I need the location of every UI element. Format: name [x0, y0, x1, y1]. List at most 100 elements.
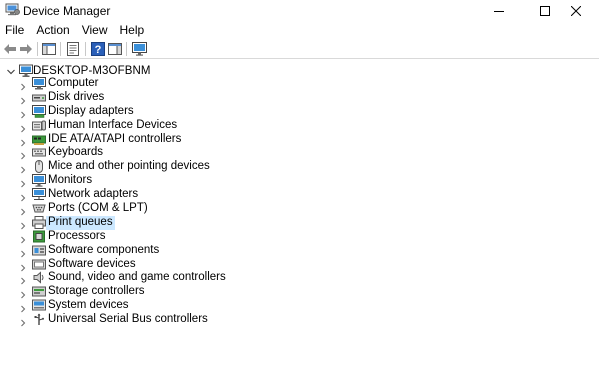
tree-root[interactable]: DESKTOP-M3OFBNM — [0, 64, 200, 78]
close-button[interactable] — [553, 0, 599, 21]
system-device-icon — [32, 299, 46, 312]
menu-view[interactable]: View — [76, 21, 114, 39]
svg-text:?: ? — [95, 44, 102, 56]
tree-item-label: Print queues — [46, 215, 115, 230]
menu-file[interactable]: File — [0, 21, 30, 39]
tree-item-label: Storage controllers — [48, 285, 145, 298]
tree-item-label: Software devices — [48, 257, 136, 270]
scan-hardware-button[interactable] — [131, 41, 147, 57]
chevron-right-icon[interactable] — [19, 122, 27, 133]
tree-item-label: Monitors — [48, 174, 93, 187]
tree-item[interactable]: Computer — [0, 77, 300, 91]
show-hide-console-tree-button[interactable] — [41, 41, 57, 57]
tree-item[interactable]: Mice and other pointing devices — [0, 160, 300, 174]
tree-item[interactable]: Processors — [0, 230, 300, 244]
tree-item[interactable]: Display adapters — [0, 104, 300, 119]
storage-controller-icon — [32, 285, 46, 298]
chevron-right-icon[interactable] — [19, 149, 27, 160]
tree-item[interactable]: Monitors — [0, 174, 300, 188]
computer-icon — [19, 64, 33, 78]
chevron-right-icon[interactable] — [19, 94, 27, 105]
chevron-right-icon[interactable] — [19, 205, 27, 216]
toolbar: ? — [0, 39, 599, 59]
show-hide-action-pane-icon — [108, 43, 122, 55]
chevron-right-icon[interactable] — [19, 108, 27, 119]
tree-item[interactable]: System devices — [0, 299, 300, 313]
window-title: Device Manager — [23, 4, 111, 18]
show-hide-action-pane-button[interactable] — [107, 41, 123, 57]
software-device-icon — [32, 258, 46, 271]
toolbar-separator — [60, 42, 61, 56]
tree-item[interactable]: Universal Serial Bus controllers — [0, 313, 300, 327]
monitor-icon — [32, 174, 46, 187]
tree-item[interactable]: Network adapters — [0, 188, 300, 202]
tree-item-label: IDE ATA/ATAPI controllers — [48, 132, 182, 145]
tree-item-label: Mice and other pointing devices — [48, 160, 210, 173]
chevron-down-icon[interactable] — [6, 66, 16, 76]
tree-item[interactable]: Print queues — [0, 215, 300, 230]
printer-icon — [32, 215, 46, 229]
menu-bar: File Action View Help — [0, 21, 599, 39]
toolbar-separator — [85, 42, 86, 56]
port-icon — [32, 202, 46, 215]
tree-item-label: Ports (COM & LPT) — [48, 202, 148, 215]
tree-item[interactable]: Software components — [0, 244, 300, 258]
display-adapter-icon — [32, 104, 46, 118]
tree-item-label: Universal Serial Bus controllers — [48, 313, 208, 326]
chevron-right-icon[interactable] — [19, 247, 27, 258]
properties-button[interactable] — [65, 41, 81, 57]
chevron-right-icon[interactable] — [19, 233, 27, 244]
chevron-right-icon[interactable] — [19, 261, 27, 271]
processor-icon — [32, 230, 46, 243]
software-component-icon — [32, 244, 46, 257]
chevron-right-icon[interactable] — [19, 219, 27, 230]
tree-item[interactable]: Disk drives — [0, 91, 300, 105]
tree-item[interactable]: Sound, video and game controllers — [0, 271, 300, 285]
computer-icon — [32, 77, 46, 90]
toolbar-separator — [126, 42, 127, 56]
tree-item-label: Keyboards — [48, 146, 103, 159]
tree-item-label: Display adapters — [48, 104, 134, 117]
hid-icon — [32, 119, 46, 132]
computer-name: DESKTOP-M3OFBNM — [33, 65, 151, 77]
ide-controller-icon — [32, 133, 46, 146]
chevron-right-icon[interactable] — [19, 191, 27, 202]
tree-item-label: Network adapters — [48, 188, 139, 201]
menu-help[interactable]: Help — [114, 21, 151, 39]
tree-item[interactable]: Keyboards — [0, 146, 300, 160]
back-button[interactable] — [2, 41, 18, 57]
help-button[interactable]: ? — [90, 41, 106, 57]
device-manager-app-icon — [5, 3, 20, 16]
mouse-icon — [32, 160, 46, 174]
tree-item[interactable]: Human Interface Devices — [0, 119, 300, 133]
keyboard-icon — [32, 146, 46, 159]
chevron-right-icon[interactable] — [19, 316, 27, 327]
chevron-right-icon[interactable] — [19, 80, 27, 91]
tree-item-label: Computer — [48, 77, 99, 89]
device-tree: DESKTOP-M3OFBNM Computer Disk drives Displ… — [0, 61, 599, 378]
tree-item[interactable]: Ports (COM & LPT) — [0, 202, 300, 216]
menu-action[interactable]: Action — [30, 21, 75, 39]
title-bar: Device Manager — [0, 0, 599, 21]
chevron-right-icon[interactable] — [19, 274, 27, 285]
network-adapter-icon — [32, 188, 46, 201]
disk-drive-icon — [32, 91, 46, 104]
tree-item-label: System devices — [48, 299, 129, 312]
chevron-right-icon[interactable] — [19, 302, 27, 313]
minimize-button[interactable] — [476, 0, 522, 21]
tree-item-label: Sound, video and game controllers — [48, 271, 226, 284]
tree-item[interactable]: Software devices — [0, 258, 300, 272]
usb-icon — [32, 313, 46, 326]
category-list: Computer Disk drives Display adapters Human… — [0, 77, 599, 327]
back-arrow-icon — [4, 44, 16, 54]
chevron-right-icon[interactable] — [19, 163, 27, 174]
forward-button[interactable] — [18, 41, 34, 57]
tree-item[interactable]: IDE ATA/ATAPI controllers — [0, 133, 300, 147]
chevron-right-icon[interactable] — [19, 177, 27, 188]
help-icon: ? — [91, 42, 105, 56]
tree-item-label: Human Interface Devices — [48, 118, 178, 131]
chevron-right-icon[interactable] — [19, 136, 27, 146]
tree-item[interactable]: Storage controllers — [0, 285, 300, 299]
chevron-right-icon[interactable] — [19, 288, 27, 299]
monitor-icon — [131, 42, 147, 56]
